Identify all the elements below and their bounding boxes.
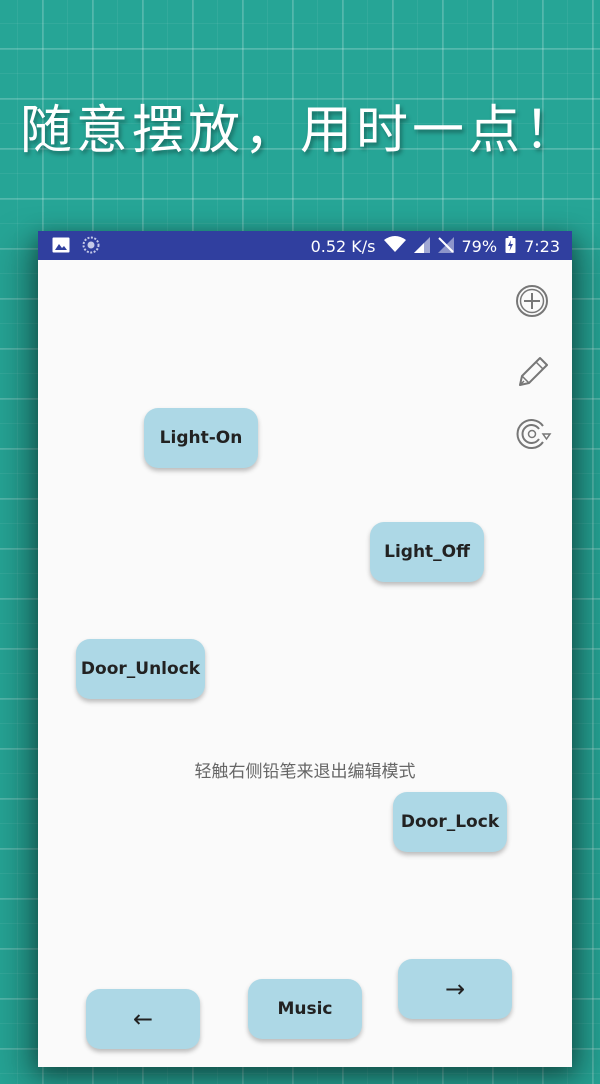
add-circle-icon[interactable] — [512, 281, 552, 321]
net-speed: 0.52 K/s — [310, 237, 376, 256]
right-arrow-button[interactable]: → — [398, 959, 512, 1019]
door-lock-button[interactable]: Door_Lock — [393, 792, 507, 852]
wifi-icon — [383, 236, 406, 257]
light-on-button[interactable]: Light-On — [144, 408, 258, 468]
light-off-button[interactable]: Light_Off — [370, 522, 484, 582]
music-button[interactable]: Music — [248, 979, 362, 1039]
door-unlock-button[interactable]: Door_Unlock — [76, 639, 205, 699]
edit-mode-hint: 轻触右侧铅笔来退出编辑模式 — [194, 762, 416, 782]
battery-percent: 79% — [461, 237, 498, 256]
left-arrow-button[interactable]: ← — [86, 989, 200, 1049]
image-icon — [52, 237, 70, 257]
no-sim-icon — [437, 236, 454, 257]
signal-icon — [413, 236, 430, 257]
phone-screen: 0.52 K/s 79% 7:23 Light-On Light_Off Doo… — [38, 231, 572, 1067]
refresh-icon[interactable] — [512, 414, 552, 454]
battery-charging-icon — [505, 236, 516, 257]
pencil-icon[interactable] — [512, 351, 552, 391]
sync-icon — [82, 236, 100, 258]
status-bar: 0.52 K/s 79% 7:23 — [38, 231, 572, 260]
clock: 7:23 — [524, 237, 560, 256]
promo-headline: 随意摆放，用时一点！ — [19, 101, 580, 161]
